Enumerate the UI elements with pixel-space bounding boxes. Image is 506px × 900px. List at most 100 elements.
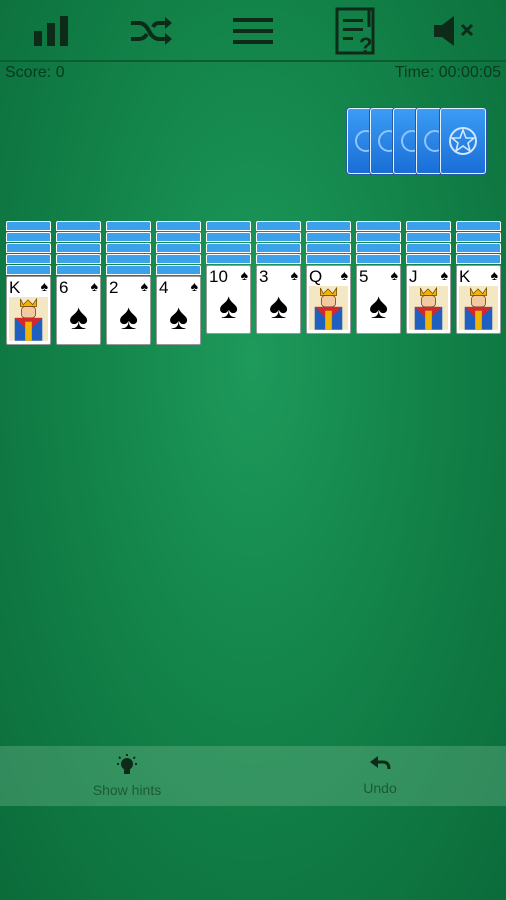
- mute-icon: [434, 16, 474, 46]
- spade-icon: ♠: [290, 267, 298, 283]
- show-hints-button[interactable]: Show hints: [60, 746, 194, 806]
- face-up-card[interactable]: K ♠: [6, 276, 51, 345]
- stock-card[interactable]: [440, 108, 486, 174]
- stock-pile[interactable]: [347, 108, 486, 174]
- face-down-card: [156, 243, 201, 253]
- spade-icon: ♠: [190, 278, 198, 294]
- new-game-button[interactable]: [126, 6, 176, 56]
- rules-button[interactable]: ?: [330, 6, 380, 56]
- face-up-card[interactable]: Q ♠: [306, 265, 351, 334]
- face-down-card: [356, 232, 401, 242]
- face-down-card: [56, 232, 101, 242]
- spade-icon: ♠: [240, 267, 248, 283]
- face-down-card: [6, 221, 51, 231]
- undo-button[interactable]: Undo: [330, 746, 430, 806]
- card-rank: 10: [209, 267, 228, 286]
- card-rank: J: [409, 267, 418, 286]
- spade-icon: ♠: [168, 296, 189, 337]
- face-down-card: [206, 232, 251, 242]
- face-down-card: [106, 265, 151, 275]
- court-figure-icon: [459, 286, 498, 330]
- face-down-card: [306, 232, 351, 242]
- stats-icon: [34, 16, 68, 46]
- face-down-card: [206, 243, 251, 253]
- face-down-card: [456, 254, 501, 264]
- spade-icon: ♠: [140, 278, 148, 294]
- court-figure-icon: [409, 286, 448, 330]
- card-rank: 2: [109, 278, 119, 297]
- face-down-card: [306, 243, 351, 253]
- star-emblem-icon: [449, 127, 477, 155]
- spade-icon: ♠: [490, 267, 498, 283]
- face-up-card[interactable]: K ♠: [456, 265, 501, 334]
- face-up-card[interactable]: 5 ♠ ♠: [356, 265, 401, 334]
- spade-icon: ♠: [68, 296, 89, 337]
- face-down-card: [6, 243, 51, 253]
- face-down-card: [56, 265, 101, 275]
- face-down-card: [406, 221, 451, 231]
- svg-text:?: ?: [359, 33, 372, 55]
- face-down-card: [256, 254, 301, 264]
- lightbulb-icon: [117, 754, 137, 774]
- face-down-card: [456, 243, 501, 253]
- face-down-card: [406, 254, 451, 264]
- top-toolbar: ?: [0, 0, 506, 60]
- menu-button[interactable]: [228, 6, 278, 56]
- bottom-action-bar: Show hints Undo: [0, 746, 506, 806]
- face-down-card: [406, 232, 451, 242]
- face-down-card: [6, 232, 51, 242]
- face-down-card: [306, 221, 351, 231]
- face-down-card: [256, 243, 301, 253]
- face-down-card: [256, 221, 301, 231]
- show-hints-label: Show hints: [92, 782, 162, 798]
- face-up-card[interactable]: J ♠: [406, 265, 451, 334]
- card-rank: 3: [259, 267, 269, 286]
- face-down-card: [106, 254, 151, 264]
- face-down-card: [206, 254, 251, 264]
- face-up-card[interactable]: 4 ♠ ♠: [156, 276, 201, 345]
- face-down-card: [56, 254, 101, 264]
- spade-icon: ♠: [340, 267, 348, 283]
- card-rank: 6: [59, 278, 69, 297]
- toolbar-divider: [0, 60, 506, 62]
- face-down-card: [356, 254, 401, 264]
- face-down-card: [106, 221, 151, 231]
- court-figure-icon: [9, 297, 48, 341]
- face-down-card: [406, 243, 451, 253]
- card-rank: K: [9, 278, 21, 297]
- face-down-card: [56, 221, 101, 231]
- face-up-card[interactable]: 2 ♠ ♠: [106, 276, 151, 345]
- score-label: Score: 0: [5, 64, 65, 81]
- statistics-button[interactable]: [26, 6, 76, 56]
- face-down-card: [106, 243, 151, 253]
- spade-icon: ♠: [118, 296, 139, 337]
- face-down-card: [306, 254, 351, 264]
- face-down-card: [456, 232, 501, 242]
- card-rank: 4: [159, 278, 169, 297]
- spade-icon: ♠: [368, 285, 389, 326]
- face-down-card: [456, 221, 501, 231]
- face-down-card: [56, 243, 101, 253]
- face-down-card: [156, 265, 201, 275]
- shuffle-icon: [131, 17, 172, 45]
- face-up-card[interactable]: 3 ♠ ♠: [256, 265, 301, 334]
- face-down-card: [256, 232, 301, 242]
- face-down-card: [106, 232, 151, 242]
- face-down-card: [206, 221, 251, 231]
- face-up-card[interactable]: 6 ♠ ♠: [56, 276, 101, 345]
- card-rank: Q: [309, 267, 323, 286]
- menu-icon: [233, 18, 273, 44]
- card-rank: 5: [359, 267, 369, 286]
- face-down-card: [356, 221, 401, 231]
- rules-icon: ?: [335, 7, 375, 55]
- spade-icon: ♠: [440, 267, 448, 283]
- undo-label: Undo: [363, 780, 397, 796]
- spade-icon: ♠: [90, 278, 98, 294]
- face-down-card: [6, 265, 51, 275]
- sound-toggle-button[interactable]: [430, 6, 480, 56]
- spade-icon: ♠: [218, 285, 239, 326]
- face-down-card: [6, 254, 51, 264]
- court-figure-icon: [309, 286, 348, 330]
- face-down-card: [156, 232, 201, 242]
- face-up-card[interactable]: 10 ♠ ♠: [206, 265, 251, 334]
